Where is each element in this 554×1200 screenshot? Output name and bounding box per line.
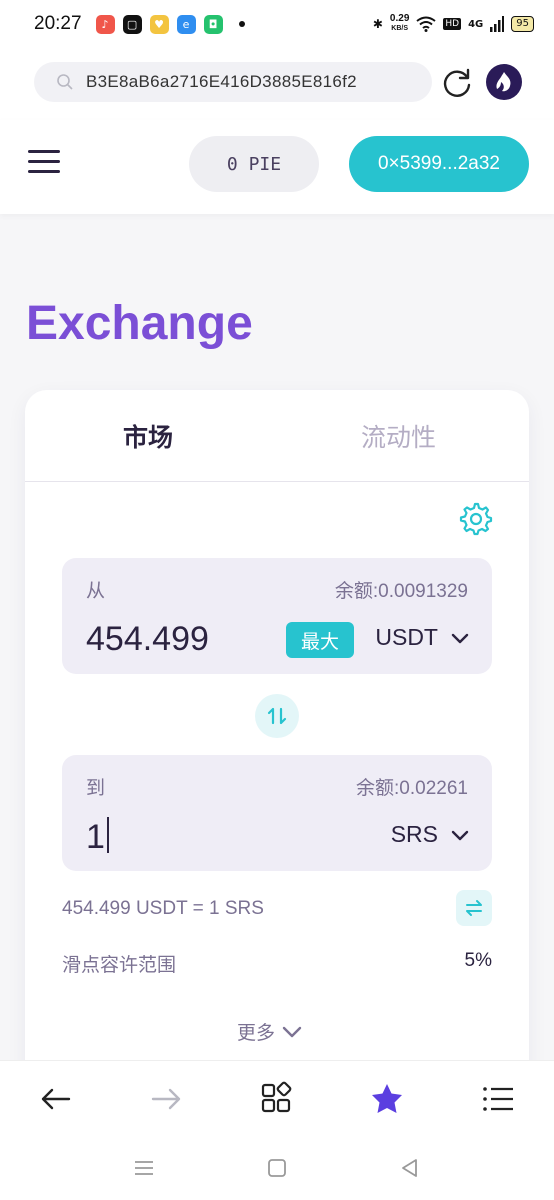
more-label: 更多 — [237, 1022, 276, 1044]
to-balance: 余额:0.02261 — [356, 778, 468, 799]
shopping-app-icon: ♥ — [149, 14, 169, 34]
tab-market[interactable]: 市场 — [123, 418, 173, 454]
exchange-card: 市场 流动性 从 余额:0.0091329 454.499 最大 USDT 到 … — [25, 390, 529, 1090]
forward-arrow-icon[interactable] — [148, 1081, 184, 1117]
bluetooth-icon: ✱ — [372, 17, 383, 31]
speed-unit: KB/S — [391, 25, 409, 32]
to-amount-value: 1 — [86, 818, 105, 856]
from-balance: 余额:0.0091329 — [334, 581, 468, 602]
pie-balance-button[interactable]: 0 PIE — [189, 136, 319, 192]
home-icon[interactable] — [265, 1156, 289, 1180]
from-label: 从 — [86, 580, 106, 602]
more-toggle[interactable]: 更多 — [237, 1018, 303, 1045]
settings-gear-icon[interactable] — [459, 502, 493, 536]
status-time: 20:27 — [34, 13, 82, 34]
url-text: B3E8aB6a2716E416D3885E816f2 — [86, 72, 357, 91]
tab-liquidity[interactable]: 流动性 — [361, 418, 436, 454]
chevron-down-icon[interactable] — [450, 632, 470, 646]
status-bar: 20:27 ♪ ▢ ♥ e ◘ ✱ 0.29 KB/S HD 4G 95 — [0, 0, 554, 48]
system-nav-bar — [0, 1136, 554, 1200]
invert-rate-button[interactable] — [456, 890, 492, 926]
swap-horizontal-icon — [466, 900, 482, 916]
from-amount-input[interactable]: 454.499 — [86, 620, 209, 659]
back-triangle-icon[interactable] — [398, 1156, 422, 1180]
url-input[interactable]: B3E8aB6a2716E416D3885E816f2 — [34, 62, 432, 102]
reload-icon[interactable] — [440, 66, 474, 100]
browser-url-bar: B3E8aB6a2716E416D3885E816f2 — [0, 48, 554, 120]
app-header: 0 PIE 0×5399...2a32 — [0, 120, 554, 214]
chevron-down-icon[interactable] — [450, 829, 470, 843]
to-token-box: 到 余额:0.02261 1 SRS — [62, 755, 492, 871]
wallet-app-icon: ◘ — [203, 14, 223, 34]
network-speed: 0.29 KB/S — [390, 14, 409, 34]
signal-icon — [490, 16, 505, 32]
swap-direction-button[interactable] — [255, 694, 299, 738]
slippage-label: 滑点容许范围 — [62, 954, 177, 976]
hd-icon: HD — [443, 18, 462, 30]
from-token-box: 从 余额:0.0091329 454.499 最大 USDT — [62, 558, 492, 674]
more-notifications-icon — [238, 21, 245, 27]
to-token-selector[interactable]: SRS — [391, 821, 438, 848]
notification-icons: ♪ ▢ ♥ e ◘ — [95, 14, 245, 34]
page-title: Exchange — [26, 297, 253, 350]
to-label: 到 — [86, 777, 106, 799]
recent-apps-icon[interactable] — [132, 1156, 156, 1180]
apps-grid-icon[interactable] — [259, 1081, 295, 1117]
search-icon — [57, 74, 73, 90]
browser-app-icon: e — [176, 14, 196, 34]
music-app-icon: ♪ — [95, 14, 115, 34]
star-icon[interactable] — [369, 1081, 405, 1117]
list-menu-icon[interactable] — [480, 1081, 516, 1117]
browser-nav-bar — [0, 1060, 554, 1136]
exchange-tabs: 市场 流动性 — [25, 390, 529, 482]
slippage-value[interactable]: 5% — [465, 950, 492, 972]
menu-icon[interactable] — [28, 150, 60, 176]
speed-value: 0.29 — [389, 13, 410, 24]
wallet-address-button[interactable]: 0×5399...2a32 — [349, 136, 529, 192]
from-token-selector[interactable]: USDT — [375, 624, 438, 651]
back-arrow-icon[interactable] — [38, 1081, 74, 1117]
to-amount-input[interactable]: 1 — [86, 817, 109, 857]
network-type: 4G — [468, 18, 484, 30]
wifi-icon — [416, 16, 437, 32]
max-button[interactable]: 最大 — [286, 622, 354, 658]
swap-arrows-icon — [267, 707, 287, 725]
exchange-rate: 454.499 USDT = 1 SRS — [62, 898, 264, 919]
wallet-logo-icon[interactable] — [486, 64, 522, 100]
battery-icon: 95 — [511, 16, 534, 32]
text-caret — [106, 817, 109, 853]
chevron-down-icon — [282, 1026, 302, 1037]
app-notification-icon: ▢ — [122, 14, 142, 34]
